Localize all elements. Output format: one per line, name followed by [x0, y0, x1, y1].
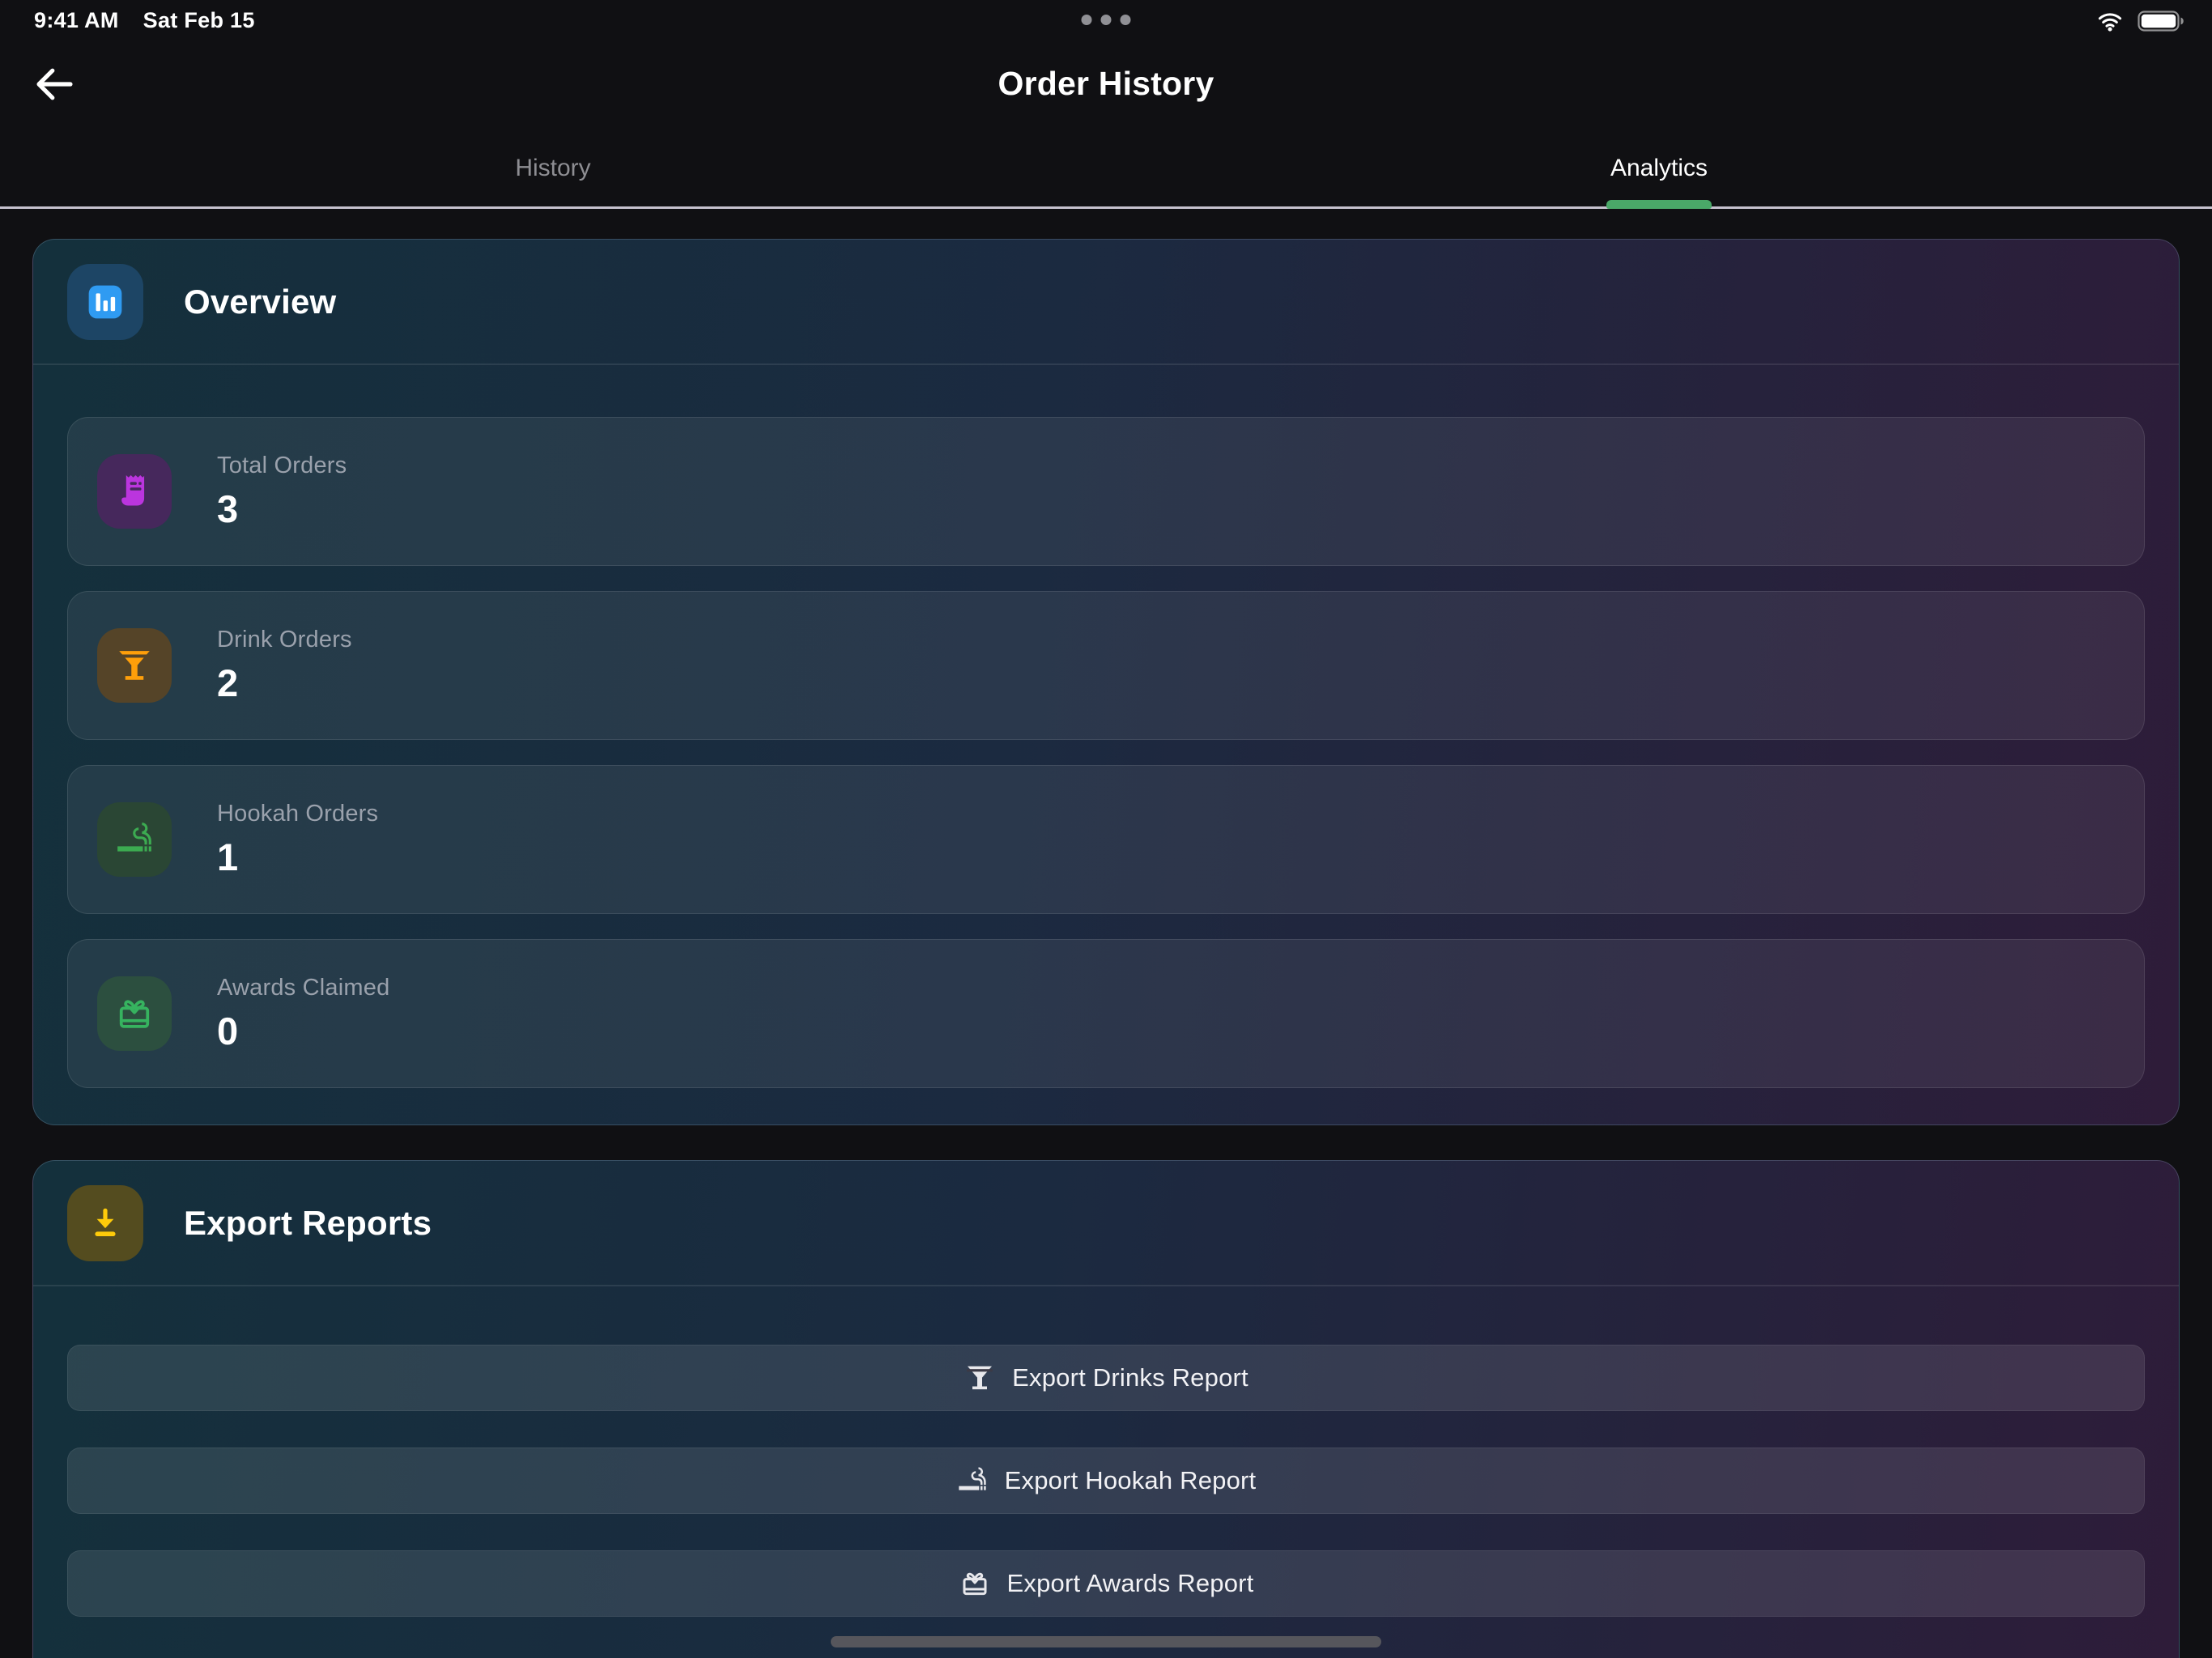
smoking-icon	[97, 802, 172, 877]
export-reports-card: Export Reports Export Drinks Report Expo…	[32, 1160, 2180, 1658]
stat-row-hookah-orders: Hookah Orders 1	[67, 765, 2145, 914]
overview-stats: Total Orders 3 Drink Orders 2	[33, 365, 2179, 1088]
export-button-label: Export Awards Report	[1007, 1569, 1254, 1598]
martini-icon	[97, 628, 172, 703]
nav-bar: Order History	[0, 42, 2212, 130]
tab-analytics-label: Analytics	[1610, 155, 1708, 182]
stat-row-total-orders: Total Orders 3	[67, 417, 2145, 566]
overview-card-header: Overview	[33, 240, 2179, 365]
export-drinks-report-button[interactable]: Export Drinks Report	[67, 1345, 2145, 1411]
tab-analytics[interactable]: Analytics	[1106, 130, 2212, 206]
status-bar: 9:41 AM Sat Feb 15	[0, 0, 2212, 42]
stat-value: 0	[217, 1009, 389, 1053]
smoking-icon	[956, 1465, 989, 1497]
home-indicator[interactable]	[831, 1636, 1381, 1647]
stat-label: Hookah Orders	[217, 801, 378, 827]
export-button-label: Export Drinks Report	[1012, 1363, 1249, 1392]
multitasking-ellipsis-icon[interactable]	[1082, 15, 1131, 25]
status-date: Sat Feb 15	[143, 8, 255, 33]
gift-icon	[97, 976, 172, 1051]
gift-icon	[959, 1567, 991, 1600]
stat-row-drink-orders: Drink Orders 2	[67, 591, 2145, 740]
page-title: Order History	[0, 65, 2212, 103]
active-tab-underline	[1606, 200, 1712, 209]
tab-history[interactable]: History	[0, 130, 1106, 206]
export-card-header: Export Reports	[33, 1161, 2179, 1286]
battery-full-icon	[2138, 10, 2184, 32]
export-awards-report-button[interactable]: Export Awards Report	[67, 1550, 2145, 1617]
export-reports-title: Export Reports	[184, 1204, 432, 1243]
stat-label: Total Orders	[217, 453, 347, 479]
export-buttons: Export Drinks Report Export Hookah Repor…	[33, 1286, 2179, 1617]
overview-title: Overview	[184, 283, 336, 321]
wifi-icon	[2094, 8, 2126, 34]
stat-value: 3	[217, 487, 347, 531]
export-hookah-report-button[interactable]: Export Hookah Report	[67, 1448, 2145, 1514]
stat-value: 2	[217, 661, 352, 705]
stat-row-awards-claimed: Awards Claimed 0	[67, 939, 2145, 1088]
download-icon	[67, 1185, 143, 1261]
tab-history-label: History	[515, 155, 590, 182]
bar-chart-icon	[67, 264, 143, 340]
overview-card: Overview Total Orders 3	[32, 239, 2180, 1125]
tab-bar: History Analytics	[0, 130, 2212, 209]
status-time: 9:41 AM	[34, 8, 119, 33]
stat-label: Drink Orders	[217, 627, 352, 653]
stat-value: 1	[217, 835, 378, 879]
martini-icon	[963, 1362, 996, 1394]
order-history-screen: 9:41 AM Sat Feb 15	[0, 0, 2212, 1658]
receipt-icon	[97, 454, 172, 529]
stat-label: Awards Claimed	[217, 975, 389, 1001]
export-button-label: Export Hookah Report	[1005, 1466, 1257, 1495]
